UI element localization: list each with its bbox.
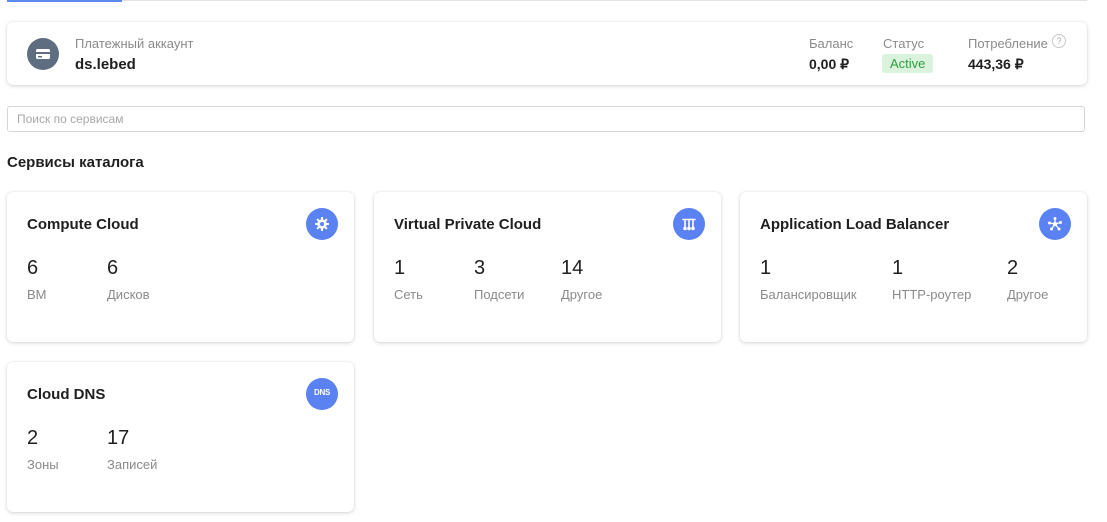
- stat-value: 6: [27, 257, 39, 279]
- stat-label: Другое: [561, 287, 603, 302]
- stat-value: 1: [760, 257, 772, 279]
- load-balancer-icon: [1039, 208, 1071, 240]
- stat-label: Дисков: [107, 287, 150, 302]
- stat-value: 6: [107, 257, 119, 279]
- stat-value: 3: [474, 257, 486, 279]
- credit-card-icon: [27, 38, 59, 70]
- stat-value: 14: [561, 257, 584, 279]
- consumption-label: Потребление: [968, 36, 1048, 51]
- section-title: Сервисы каталога: [7, 154, 144, 171]
- balance-value: 0,00 ₽: [809, 56, 850, 72]
- stat-value: 2: [27, 427, 39, 449]
- billing-account-panel[interactable]: Платежный аккаунт ds.lebed Баланс 0,00 ₽…: [7, 22, 1087, 85]
- active-tab-indicator: [7, 0, 122, 2]
- stat-label: Записей: [107, 457, 158, 472]
- card-title: Compute Cloud: [27, 216, 139, 233]
- stat-value: 1: [892, 257, 904, 279]
- stat-label: Подсети: [474, 287, 525, 302]
- stat-label: Балансировщик: [760, 287, 857, 302]
- account-name[interactable]: ds.lebed: [75, 56, 136, 73]
- stat-vm: 6 ВМ: [27, 258, 47, 302]
- service-card-alb[interactable]: Application Load Balancer 1 Балансировщи…: [740, 192, 1087, 342]
- balance-label: Баланс: [809, 36, 854, 51]
- consumption-value: 443,36 ₽: [968, 56, 1024, 72]
- card-title: Application Load Balancer: [760, 216, 950, 233]
- stat-records: 17 Записей: [107, 428, 157, 472]
- status-badge: Active: [882, 54, 934, 73]
- account-label: Платежный аккаунт: [75, 36, 194, 51]
- stat-networks: 1 Сеть: [394, 258, 423, 302]
- stat-http-routers: 1 HTTP-роутер: [892, 258, 971, 302]
- help-icon[interactable]: ?: [1052, 34, 1066, 48]
- service-card-compute-cloud[interactable]: Compute Cloud 6 ВМ 6 Дисков: [7, 192, 354, 342]
- stat-balancers: 1 Балансировщик: [760, 258, 857, 302]
- status-label: Статус: [883, 36, 925, 51]
- compute-gear-icon: [306, 208, 338, 240]
- stat-zones: 2 Зоны: [27, 428, 59, 472]
- stat-value: 17: [107, 427, 130, 449]
- stat-other: 14 Другое: [561, 258, 602, 302]
- stat-value: 1: [394, 257, 406, 279]
- stat-label: ВМ: [27, 287, 47, 302]
- stat-label: Зоны: [27, 457, 59, 472]
- service-search[interactable]: [7, 106, 1085, 132]
- stat-other: 2 Другое: [1007, 258, 1048, 302]
- service-card-vpc[interactable]: Virtual Private Cloud 1 Сеть 3 Подсети 1…: [374, 192, 721, 342]
- card-title: Virtual Private Cloud: [394, 216, 542, 233]
- dns-icon: DNS: [306, 378, 338, 410]
- stat-subnets: 3 Подсети: [474, 258, 524, 302]
- stat-label: Другое: [1007, 287, 1049, 302]
- search-input[interactable]: [8, 107, 1084, 131]
- dns-icon-text: DNS: [314, 388, 330, 397]
- network-icon: [673, 208, 705, 240]
- service-card-cloud-dns[interactable]: Cloud DNS DNS 2 Зоны 17 Записей: [7, 362, 354, 512]
- card-title: Cloud DNS: [27, 386, 106, 403]
- stat-value: 2: [1007, 257, 1019, 279]
- stat-disks: 6 Дисков: [107, 258, 150, 302]
- tab-bar-underline: [7, 0, 1087, 2]
- stat-label: Сеть: [394, 287, 423, 302]
- stat-label: HTTP-роутер: [892, 287, 972, 302]
